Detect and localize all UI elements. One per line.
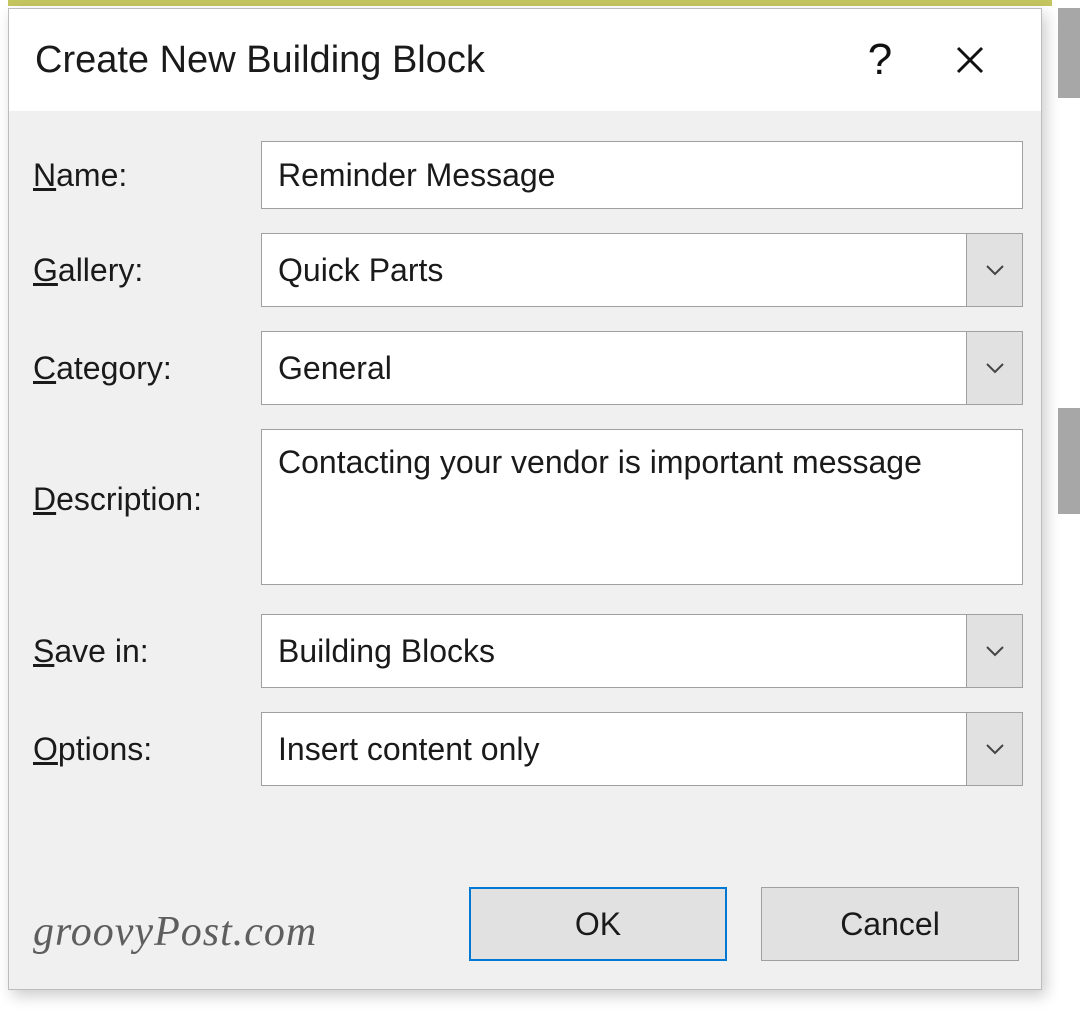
options-value: Insert content only <box>262 713 966 785</box>
scrollbar-track[interactable] <box>1058 8 1080 990</box>
chevron-down-icon <box>985 743 1005 755</box>
category-label: Category: <box>33 350 261 387</box>
close-icon <box>955 45 985 75</box>
gallery-dropdown-button[interactable] <box>966 234 1022 306</box>
gallery-value: Quick Parts <box>262 234 966 306</box>
name-input[interactable] <box>261 141 1023 209</box>
row-description: Description: <box>33 429 1023 590</box>
accent-bar <box>8 0 1052 6</box>
help-button[interactable]: ? <box>835 9 925 111</box>
options-label: Options: <box>33 731 261 768</box>
description-label: Description: <box>33 429 261 518</box>
savein-combobox[interactable]: Building Blocks <box>261 614 1023 688</box>
category-dropdown-button[interactable] <box>966 332 1022 404</box>
ok-button[interactable]: OK <box>469 887 727 961</box>
options-dropdown-button[interactable] <box>966 713 1022 785</box>
watermark-text: groovyPost.com <box>33 908 435 956</box>
button-row: groovyPost.com OK Cancel <box>33 887 1019 961</box>
row-options: Options: Insert content only <box>33 712 1023 786</box>
scrollbar-thumb-mid[interactable] <box>1058 408 1080 514</box>
dialog-title: Create New Building Block <box>35 39 835 82</box>
category-value: General <box>262 332 966 404</box>
row-gallery: Gallery: Quick Parts <box>33 233 1023 307</box>
chevron-down-icon <box>985 645 1005 657</box>
chevron-down-icon <box>985 362 1005 374</box>
create-building-block-dialog: Create New Building Block ? Name: Galler… <box>8 8 1042 990</box>
scrollbar-thumb-top[interactable] <box>1058 8 1080 98</box>
gallery-combobox[interactable]: Quick Parts <box>261 233 1023 307</box>
close-button[interactable] <box>925 9 1015 111</box>
form-body: Name: Gallery: Quick Parts Category: Gen <box>9 111 1041 786</box>
row-category: Category: General <box>33 331 1023 405</box>
savein-value: Building Blocks <box>262 615 966 687</box>
gallery-label: Gallery: <box>33 252 261 289</box>
options-combobox[interactable]: Insert content only <box>261 712 1023 786</box>
name-label: Name: <box>33 157 261 194</box>
titlebar: Create New Building Block ? <box>9 9 1041 111</box>
description-input[interactable] <box>261 429 1023 585</box>
chevron-down-icon <box>985 264 1005 276</box>
row-name: Name: <box>33 141 1023 209</box>
savein-label: Save in: <box>33 633 261 670</box>
category-combobox[interactable]: General <box>261 331 1023 405</box>
row-savein: Save in: Building Blocks <box>33 614 1023 688</box>
cancel-button[interactable]: Cancel <box>761 887 1019 961</box>
savein-dropdown-button[interactable] <box>966 615 1022 687</box>
